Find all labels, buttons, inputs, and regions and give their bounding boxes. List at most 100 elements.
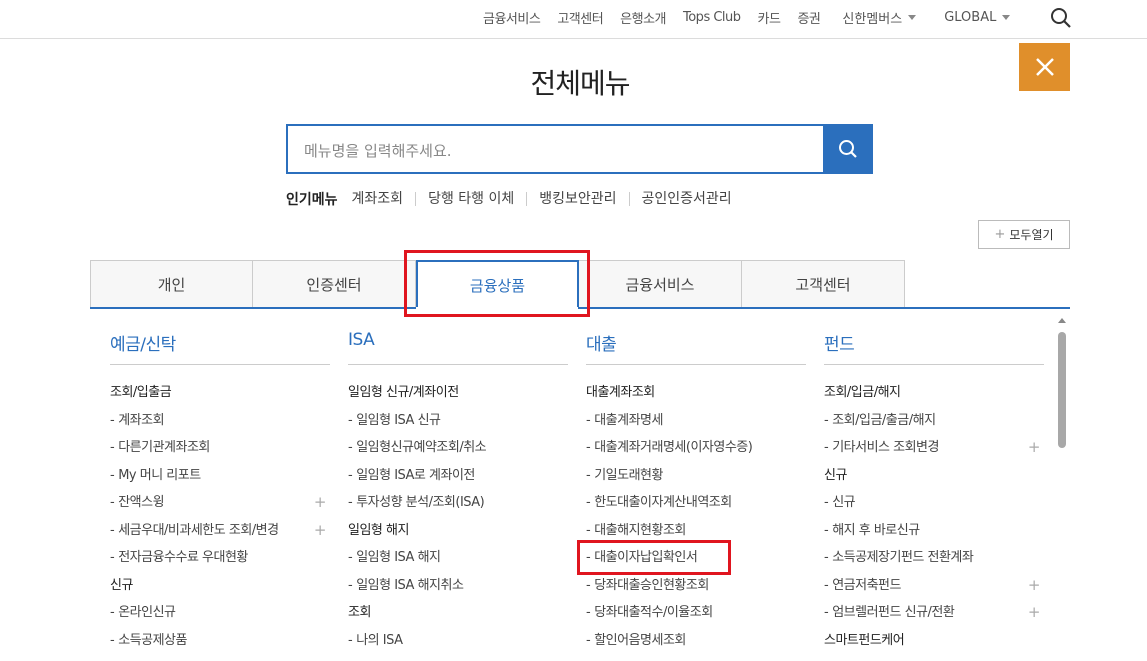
expand-plus-icon[interactable]: +	[1028, 599, 1041, 627]
scrollbar-thumb[interactable]	[1058, 332, 1066, 448]
menu-link[interactable]: - 신규	[824, 489, 1044, 517]
menu-link[interactable]: - 일임형 ISA로 계좌이전	[348, 462, 568, 490]
expand-plus-icon[interactable]: +	[314, 517, 327, 545]
menu-link-label: 일임형 ISA 해지	[356, 550, 441, 565]
menu-link[interactable]: - 투자성향 분석/조회(ISA)	[348, 489, 568, 517]
menu-link[interactable]: - 할인어음명세조회	[586, 627, 806, 655]
bullet-dash: -	[586, 412, 591, 428]
menu-column-loan: 대출 대출계좌조회 - 대출계좌명세 - 대출계좌거래명세(이자영수증) - 기일도래현황 -…	[586, 330, 806, 654]
menu-group-heading[interactable]: 대출계좌조회	[586, 379, 806, 407]
topnav-card[interactable]: 카드	[758, 8, 781, 27]
menu-link-label: 전자금융수수료 우대현황	[118, 550, 248, 565]
open-all-button[interactable]: + 모두열기	[978, 220, 1070, 249]
bullet-dash: -	[824, 522, 829, 538]
menu-link[interactable]: - 전자금융수수료 우대현황	[110, 544, 330, 572]
bullet-dash: -	[110, 467, 115, 483]
menu-link[interactable]: - 세금우대/비과세한도 조회/변경 +	[110, 517, 330, 545]
menu-link-label: 신규	[832, 495, 856, 510]
topnav-global-label: GLOBAL	[944, 10, 997, 25]
tab-personal[interactable]: 개인	[90, 260, 253, 308]
menu-link[interactable]: - 연금저축펀드 +	[824, 572, 1044, 600]
search-icon	[839, 140, 857, 158]
menu-link[interactable]: - 일임형 ISA 해지취소	[348, 572, 568, 600]
menu-link[interactable]: - 엄브렐러펀드 신규/전환 +	[824, 599, 1044, 627]
column-title: ISA	[348, 330, 568, 365]
popular-item-certificate[interactable]: 공인인증서관리	[628, 192, 744, 206]
menu-link[interactable]: - 일임형 ISA 해지	[348, 544, 568, 572]
menu-group-heading[interactable]: 조회/입출금	[110, 379, 330, 407]
menu-group-heading[interactable]: 신규	[110, 572, 330, 600]
tab-financial-services[interactable]: 금융서비스	[579, 260, 742, 308]
caret-down-icon	[908, 15, 917, 20]
menu-search-input[interactable]: 메뉴명을 입력해주세요.	[286, 124, 824, 174]
menu-link[interactable]: - 기일도래현황	[586, 462, 806, 490]
menu-link[interactable]: - My 머니 리포트	[110, 462, 330, 490]
menu-link[interactable]: - 대출계좌명세	[586, 407, 806, 435]
bullet-dash: -	[348, 632, 353, 648]
menu-link[interactable]: - 조회/입금/출금/해지	[824, 407, 1044, 435]
top-bar: 금융서비스 고객센터 은행소개 Tops Club 카드 증권 신한멤버스 GL…	[0, 0, 1147, 39]
expand-plus-icon[interactable]: +	[1028, 434, 1041, 462]
menu-link[interactable]: - 잔액스윙 +	[110, 489, 330, 517]
menu-link[interactable]: - 기타서비스 조회변경 +	[824, 434, 1044, 462]
topnav-global-dropdown[interactable]: GLOBAL	[944, 10, 1011, 25]
menu-group-heading[interactable]: 조회/입금/해지	[824, 379, 1044, 407]
menu-link-label: 당좌대출적수/이율조회	[594, 605, 713, 620]
menu-link-label: 소득공제상품	[118, 632, 187, 648]
menu-column-isa: ISA 일임형 신규/계좌이전 - 일임형 ISA 신규 - 일임형신규예약조회/취소 -…	[348, 330, 568, 654]
menu-link[interactable]: - 다른기관계좌조회	[110, 434, 330, 462]
topnav-tops-club[interactable]: Tops Club	[683, 10, 741, 25]
column-title: 예금/신탁	[110, 330, 330, 365]
menu-link[interactable]: - 일임형신규예약조회/취소	[348, 434, 568, 462]
menu-link-label: 당좌대출승인현황조회	[594, 577, 709, 593]
bullet-dash: -	[586, 522, 591, 538]
menu-link[interactable]: - 당좌대출적수/이율조회	[586, 599, 806, 627]
menu-group-heading[interactable]: 일임형 해지	[348, 517, 568, 545]
menu-link[interactable]: - 나의 ISA	[348, 627, 568, 655]
bullet-dash: -	[586, 577, 591, 593]
menu-group-heading[interactable]: 신규	[824, 462, 1044, 490]
menu-link-label: 계좌조회	[118, 412, 165, 428]
scroll-up-icon[interactable]	[1058, 318, 1066, 323]
menu-link[interactable]: - 당좌대출승인현황조회	[586, 572, 806, 600]
menu-search-button[interactable]	[823, 124, 873, 174]
popular-item-transfer[interactable]: 당행 타행 이체	[415, 192, 526, 206]
menu-link[interactable]: - 한도대출이자계산내역조회	[586, 489, 806, 517]
menu-link[interactable]: - 일임형 ISA 신규	[348, 407, 568, 435]
menu-group-heading[interactable]: 조회	[348, 599, 568, 627]
menu-link[interactable]: - 온라인신규	[110, 599, 330, 627]
menu-link[interactable]: - 소득공제장기펀드 전환계좌	[824, 544, 1044, 572]
menu-group-heading[interactable]: 일임형 신규/계좌이전	[348, 379, 568, 407]
topnav-members-dropdown[interactable]: 신한멤버스	[842, 8, 917, 27]
bullet-dash: -	[348, 550, 353, 565]
popular-item-account-inquiry[interactable]: 계좌조회	[352, 192, 416, 206]
expand-plus-icon[interactable]: +	[314, 489, 327, 517]
top-nav: 금융서비스 고객센터 은행소개 Tops Club 카드 증권 신한멤버스 GL…	[483, 8, 1033, 27]
menu-link-label: 해지 후 바로신규	[832, 522, 920, 538]
menu-link-label: 기일도래현황	[594, 467, 663, 483]
menu-link-label: 할인어음명세조회	[594, 632, 686, 648]
bullet-dash: -	[110, 412, 115, 428]
menu-link[interactable]: - 소득공제상품	[110, 627, 330, 655]
menu-link-label: 엄브렐러펀드 신규/전환	[832, 605, 955, 620]
topnav-bank-intro[interactable]: 은행소개	[620, 8, 666, 27]
menu-link-label: 일임형 ISA로 계좌이전	[356, 467, 475, 483]
menu-link[interactable]: - 해지 후 바로신규	[824, 517, 1044, 545]
menu-column-deposit: 예금/신탁 조회/입출금 - 계좌조회 - 다른기관계좌조회 - My 머니 리포트 - 잔액스…	[110, 330, 330, 654]
menu-group-heading[interactable]: 스마트펀드케어	[824, 627, 1044, 655]
popular-item-security[interactable]: 뱅킹보안관리	[526, 192, 628, 206]
topnav-financial-services[interactable]: 금융서비스	[483, 8, 541, 27]
topnav-customer-center[interactable]: 고객센터	[557, 8, 603, 27]
search-icon[interactable]	[1050, 7, 1072, 29]
tab-certificate-center[interactable]: 인증센터	[253, 260, 416, 308]
menu-link[interactable]: - 계좌조회	[110, 407, 330, 435]
expand-plus-icon[interactable]: +	[1028, 572, 1041, 600]
menu-link[interactable]: - 대출계좌거래명세(이자영수증)	[586, 434, 806, 462]
bullet-dash: -	[586, 605, 591, 620]
menu-link-label: 대출해지현황조회	[594, 522, 686, 538]
menu-link-label: 잔액스윙	[118, 495, 165, 510]
tab-customer-center[interactable]: 고객센터	[742, 260, 905, 308]
scrollbar[interactable]	[1056, 318, 1068, 661]
highlight-box	[577, 540, 731, 575]
topnav-securities[interactable]: 증권	[797, 8, 820, 27]
